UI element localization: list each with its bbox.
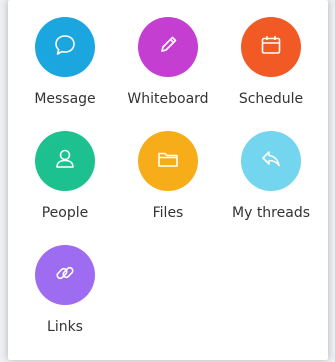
people-circle: [35, 131, 95, 191]
app-tile-threads[interactable]: My threads: [221, 131, 321, 241]
link-icon: [51, 259, 79, 291]
app-label-people: People: [41, 205, 89, 221]
app-tile-message[interactable]: Message: [15, 17, 115, 127]
app-label-schedule: Schedule: [238, 91, 304, 107]
app-tile-schedule[interactable]: Schedule: [221, 17, 321, 127]
app-label-files: Files: [152, 205, 184, 221]
app-label-whiteboard: Whiteboard: [127, 91, 209, 107]
schedule-circle: [241, 17, 301, 77]
app-tile-whiteboard[interactable]: Whiteboard: [118, 17, 218, 127]
app-tile-links[interactable]: Links: [15, 245, 115, 355]
message-circle: [35, 17, 95, 77]
reply-arrow-icon: [257, 145, 285, 177]
app-label-message: Message: [34, 91, 96, 107]
app-label-threads: My threads: [232, 205, 310, 221]
app-tile-people[interactable]: People: [15, 131, 115, 241]
links-circle: [35, 245, 95, 305]
whiteboard-circle: [138, 17, 198, 77]
app-label-links: Links: [47, 319, 83, 335]
calendar-icon: [257, 31, 285, 63]
folder-icon: [154, 145, 182, 177]
person-icon: [51, 145, 79, 177]
chat-bubble-icon: [51, 31, 79, 63]
threads-circle: [241, 131, 301, 191]
files-circle: [138, 131, 198, 191]
app-launcher-panel: Message Whiteboard Schedule People Files…: [8, 0, 328, 360]
pencil-icon: [154, 31, 182, 63]
app-tile-files[interactable]: Files: [118, 131, 218, 241]
